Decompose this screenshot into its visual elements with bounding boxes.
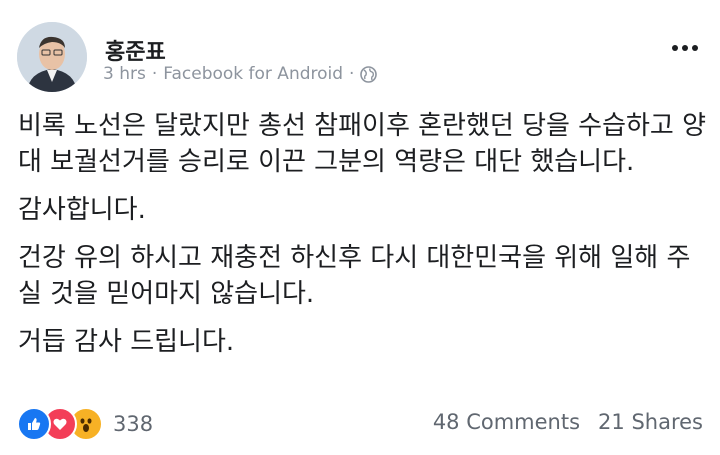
post-footer: 338 48 Comments 21 Shares: [0, 400, 720, 446]
post-body: 비록 노선은 달랐지만 총선 참패이후 혼란했던 당을 수습하고 양대 보궐선거…: [18, 108, 708, 372]
post-source: Facebook for Android: [163, 64, 344, 84]
more-icon[interactable]: [672, 45, 698, 51]
post-paragraph: 감사합니다.: [18, 195, 146, 225]
meta-separator: ·: [151, 64, 158, 84]
avatar[interactable]: [17, 22, 87, 92]
author-name[interactable]: 홍준표: [105, 34, 166, 66]
post-time[interactable]: 3 hrs: [103, 64, 146, 84]
like-icon: [17, 407, 51, 441]
comments-count[interactable]: 48 Comments: [433, 410, 580, 434]
post-stats: 48 Comments 21 Shares: [433, 410, 703, 434]
dot: [692, 45, 698, 51]
dot: [672, 45, 678, 51]
post-paragraph: 거듭 감사 드립니다.: [18, 327, 235, 357]
post-paragraph: 건강 유의 하시고 재충전 하신후 다시 대한민국을 위해 일해 주실 것을 믿…: [18, 243, 691, 309]
post-meta: 3 hrs · Facebook for Android ·: [103, 64, 378, 84]
globe-icon: [360, 65, 378, 83]
post-paragraph: 비록 노선은 달랐지만 총선 참패이후 혼란했던 당을 수습하고 양대 보궐선거…: [18, 111, 707, 177]
dot: [682, 45, 688, 51]
reactions-summary[interactable]: 338: [17, 407, 153, 441]
meta-separator: ·: [349, 64, 355, 84]
reaction-count[interactable]: 338: [113, 412, 153, 436]
post-header: 홍준표 3 hrs · Facebook for Android ·: [0, 0, 720, 100]
shares-count[interactable]: 21 Shares: [598, 410, 703, 434]
